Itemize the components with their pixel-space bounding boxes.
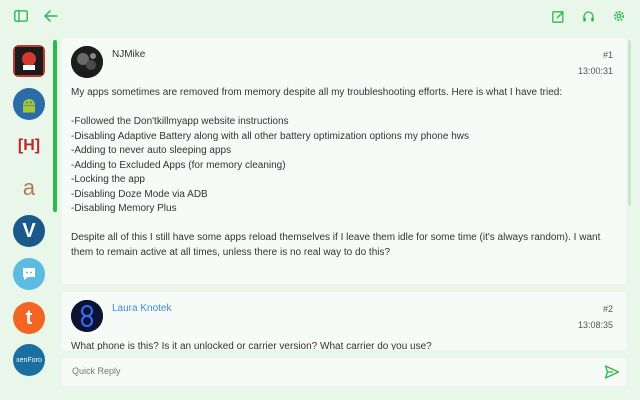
a-icon[interactable]: a [13, 172, 45, 204]
android-icon[interactable] [13, 88, 45, 120]
post: Laura Knotek #2 13:08:35 What phone is t… [62, 292, 626, 350]
post-number[interactable]: #2 [603, 304, 613, 314]
list-item: -Disabling Memory Plus [71, 203, 177, 214]
chat-icon[interactable] [13, 258, 45, 290]
list-item: -Followed the Don'tkillmyapp website ins… [71, 116, 289, 127]
post-number[interactable]: #1 [603, 50, 613, 60]
list-item: -Locking the app [71, 174, 145, 185]
send-icon[interactable] [604, 364, 620, 380]
list-item: -Adding to Excluded Apps (for memory cle… [71, 159, 286, 171]
post-username[interactable]: Laura Knotek [112, 303, 172, 314]
thread-content: NJMike #1 13:00:31 My apps sometimes are… [62, 38, 626, 350]
post-paragraph: What phone is this? Is it an unlocked or… [71, 341, 432, 350]
active-indicator [53, 40, 57, 212]
xenforo-icon[interactable]: xenForo [13, 344, 45, 376]
sidebar-toggle-icon[interactable] [11, 6, 31, 26]
list-item: -Disabling Doze Mode via ADB [71, 188, 208, 200]
avatar[interactable] [71, 300, 103, 332]
avatar[interactable] [71, 46, 103, 78]
back-arrow-icon[interactable] [41, 6, 61, 26]
post-body: My apps sometimes are removed from memor… [71, 86, 619, 260]
list-item: -Adding to never auto sleeping apps [71, 145, 232, 156]
post-username[interactable]: NJMike [112, 49, 145, 60]
post-body: What phone is this? Is it an unlocked or… [71, 340, 619, 350]
top-bar [0, 0, 640, 32]
edit-icon[interactable] [548, 6, 568, 26]
t-icon[interactable]: t [13, 302, 45, 334]
h-icon[interactable]: [H] [13, 130, 45, 162]
forum-icon-1[interactable] [13, 45, 45, 77]
headset-icon[interactable] [578, 6, 598, 26]
post-paragraph: Despite all of this I still have some ap… [71, 232, 601, 258]
gear-icon[interactable] [609, 6, 629, 26]
list-item: -Disabling Adaptive Battery along with a… [71, 130, 469, 142]
forum-sidebar: [H] a V t xenForo [0, 38, 58, 388]
quick-reply-bar [62, 358, 626, 386]
post-paragraph: My apps sometimes are removed from memor… [71, 87, 563, 98]
scrollbar[interactable] [628, 40, 631, 206]
v-icon[interactable]: V [13, 215, 45, 247]
post-time: 13:08:35 [577, 320, 613, 330]
post-time: 13:00:31 [577, 66, 613, 76]
post: NJMike #1 13:00:31 My apps sometimes are… [62, 38, 626, 284]
quick-reply-input[interactable] [72, 366, 552, 376]
